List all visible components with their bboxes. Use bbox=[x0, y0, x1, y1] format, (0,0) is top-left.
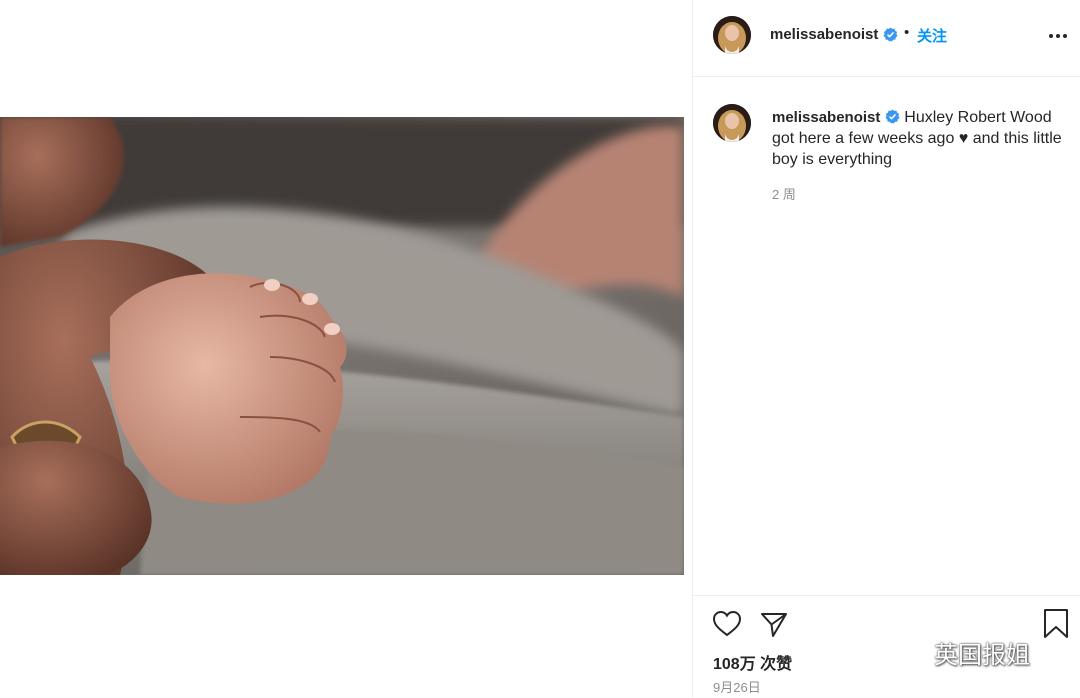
profile-picture bbox=[713, 16, 751, 54]
post-date[interactable]: 9月26日 bbox=[713, 677, 761, 696]
caption-username[interactable]: melissabenoist bbox=[772, 109, 880, 126]
profile-picture bbox=[713, 104, 751, 142]
likes-count[interactable]: 108万 次赞 bbox=[713, 650, 792, 674]
media-pane bbox=[0, 0, 692, 698]
separator-dot: • bbox=[904, 24, 910, 41]
actions-divider bbox=[693, 595, 1080, 596]
post-sidebar: melissabenoist • 关注 melissabenoist Huxle… bbox=[693, 0, 1080, 698]
caption-avatar[interactable] bbox=[713, 104, 751, 142]
watermark: 英国报姐 bbox=[890, 635, 1030, 669]
heart-outline-icon[interactable] bbox=[712, 609, 742, 639]
post-photo[interactable] bbox=[0, 117, 684, 575]
verified-badge-icon bbox=[883, 27, 898, 42]
caption: melissabenoist Huxley Robert Wood got he… bbox=[772, 107, 1072, 170]
follow-button[interactable]: 关注 bbox=[917, 25, 947, 46]
avatar[interactable] bbox=[713, 16, 751, 54]
post-header: melissabenoist • 关注 bbox=[693, 0, 1080, 77]
watermark-text: 英国报姐 bbox=[934, 641, 1030, 669]
verified-badge-icon bbox=[885, 109, 900, 124]
bookmark-icon[interactable] bbox=[1042, 608, 1070, 640]
paper-plane-icon[interactable] bbox=[759, 609, 789, 639]
more-options-icon[interactable] bbox=[1048, 30, 1068, 42]
comment-time[interactable]: 2 周 bbox=[772, 184, 796, 203]
wechat-icon bbox=[890, 638, 927, 666]
header-username[interactable]: melissabenoist bbox=[770, 26, 878, 43]
baby-hand-photo bbox=[0, 117, 684, 575]
